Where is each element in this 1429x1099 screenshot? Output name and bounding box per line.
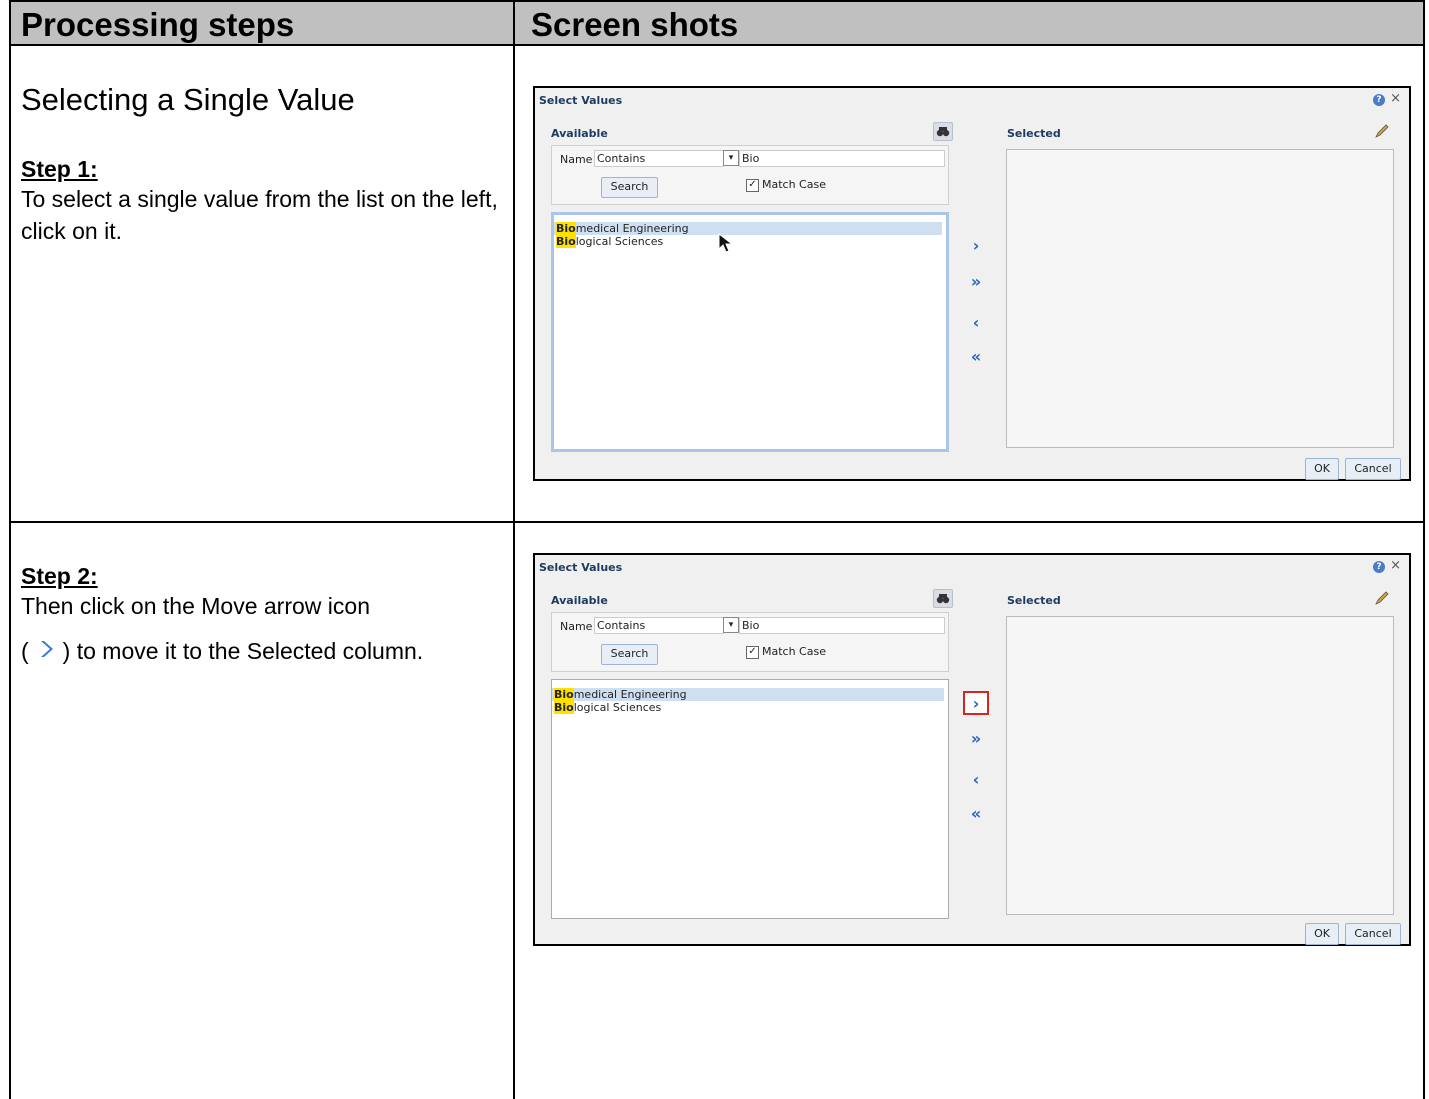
- search-input[interactable]: Bio: [739, 617, 945, 634]
- move-right-icon[interactable]: ›: [963, 235, 989, 259]
- match-type-select[interactable]: Contains: [594, 617, 724, 634]
- name-label: Name: [560, 153, 593, 166]
- step1-label: Step 1:: [21, 156, 98, 182]
- ok-button[interactable]: OK: [1305, 458, 1339, 480]
- pencil-icon[interactable]: [1373, 122, 1391, 140]
- search-button[interactable]: Search: [601, 177, 658, 198]
- selected-list[interactable]: [1006, 616, 1394, 915]
- selected-list[interactable]: [1006, 149, 1394, 448]
- list-item[interactable]: Biomedical Engineering: [552, 688, 944, 701]
- match-case-label: Match Case: [762, 645, 826, 658]
- help-icon[interactable]: ?: [1373, 94, 1385, 106]
- move-all-right-icon[interactable]: »: [963, 271, 989, 295]
- dialog-title: Select Values: [539, 94, 623, 107]
- move-all-left-icon[interactable]: «: [963, 346, 989, 370]
- ok-button[interactable]: OK: [1305, 923, 1339, 945]
- list-item[interactable]: Biological Sciences: [554, 235, 946, 248]
- search-panel: Name Contains ▾ Bio Search ✓ Match Case: [551, 612, 949, 672]
- list-item[interactable]: Biological Sciences: [552, 701, 948, 714]
- match-highlight: Bio: [556, 235, 576, 248]
- step2-cell: Step 2: Then click on the Move arrow ico…: [9, 521, 515, 1099]
- step2-text-after: ) to move it to the Selected column.: [62, 638, 424, 664]
- close-icon[interactable]: ×: [1390, 558, 1401, 573]
- step1-screenshot-cell: Select Values ? × Available Selected Nam…: [513, 44, 1425, 523]
- select-values-dialog: Select Values ? × Available Selected Nam…: [533, 86, 1411, 481]
- step1-cell: Selecting a Single Value Step 1: To sele…: [9, 44, 515, 523]
- step2-label: Step 2:: [21, 563, 98, 589]
- list-item-text: medical Engineering: [573, 688, 687, 701]
- step2-screenshot-cell: Select Values ? × Available Selected Nam…: [513, 521, 1425, 1099]
- move-all-right-icon[interactable]: »: [963, 728, 989, 752]
- list-item-text: logical Sciences: [575, 235, 664, 248]
- available-label: Available: [551, 127, 608, 140]
- step2-paren-open: (: [21, 638, 29, 664]
- cancel-button[interactable]: Cancel: [1345, 923, 1401, 945]
- move-all-left-icon[interactable]: «: [963, 803, 989, 827]
- step1-text: To select a single value from the list o…: [21, 186, 498, 244]
- match-highlight: Bio: [554, 688, 574, 701]
- available-label: Available: [551, 594, 608, 607]
- match-highlight: Bio: [556, 222, 576, 235]
- move-right-icon[interactable]: ›: [963, 691, 989, 715]
- binoculars-icon[interactable]: [933, 122, 953, 141]
- move-arrow-icon: [33, 636, 59, 662]
- step2-text: Then click on the Move arrow icon ( ) to …: [21, 590, 503, 680]
- move-left-icon[interactable]: ‹: [963, 312, 989, 336]
- help-icon[interactable]: ?: [1373, 561, 1385, 573]
- binoculars-icon[interactable]: [933, 589, 953, 608]
- move-left-icon[interactable]: ‹: [963, 769, 989, 793]
- select-values-dialog: Select Values ? × Available Selected Nam…: [533, 553, 1411, 946]
- pencil-icon[interactable]: [1373, 589, 1391, 607]
- list-item-text: medical Engineering: [575, 222, 689, 235]
- chevron-down-icon[interactable]: ▾: [723, 617, 739, 633]
- dialog-title: Select Values: [539, 561, 623, 574]
- chevron-down-icon[interactable]: ▾: [723, 150, 739, 166]
- selected-label: Selected: [1007, 594, 1061, 607]
- match-highlight: Bio: [554, 701, 574, 714]
- section-title: Selecting a Single Value: [21, 82, 355, 117]
- procedure-table: Processing steps Screen shots Selecting …: [9, 0, 1425, 1099]
- search-panel: Name Contains ▾ Bio Search ✓ Match Case: [551, 145, 949, 205]
- name-label: Name: [560, 620, 593, 633]
- search-input[interactable]: Bio: [739, 150, 945, 167]
- available-list[interactable]: Biomedical Engineering Biological Scienc…: [551, 679, 949, 919]
- step2-text-before: Then click on the Move arrow icon: [21, 593, 370, 619]
- list-item-text: logical Sciences: [573, 701, 662, 714]
- list-item[interactable]: Biomedical Engineering: [554, 222, 942, 253]
- header-screen-shots: Screen shots: [513, 0, 1425, 46]
- match-case-checkbox[interactable]: ✓: [746, 179, 759, 192]
- header-processing-steps: Processing steps: [9, 0, 515, 46]
- selected-label: Selected: [1007, 127, 1061, 140]
- close-icon[interactable]: ×: [1390, 91, 1401, 106]
- available-list[interactable]: Biomedical Engineering Biological Scienc…: [551, 212, 949, 452]
- match-case-label: Match Case: [762, 178, 826, 191]
- match-type-select[interactable]: Contains: [594, 150, 724, 167]
- match-case-checkbox[interactable]: ✓: [746, 646, 759, 659]
- cancel-button[interactable]: Cancel: [1345, 458, 1401, 480]
- search-button[interactable]: Search: [601, 644, 658, 665]
